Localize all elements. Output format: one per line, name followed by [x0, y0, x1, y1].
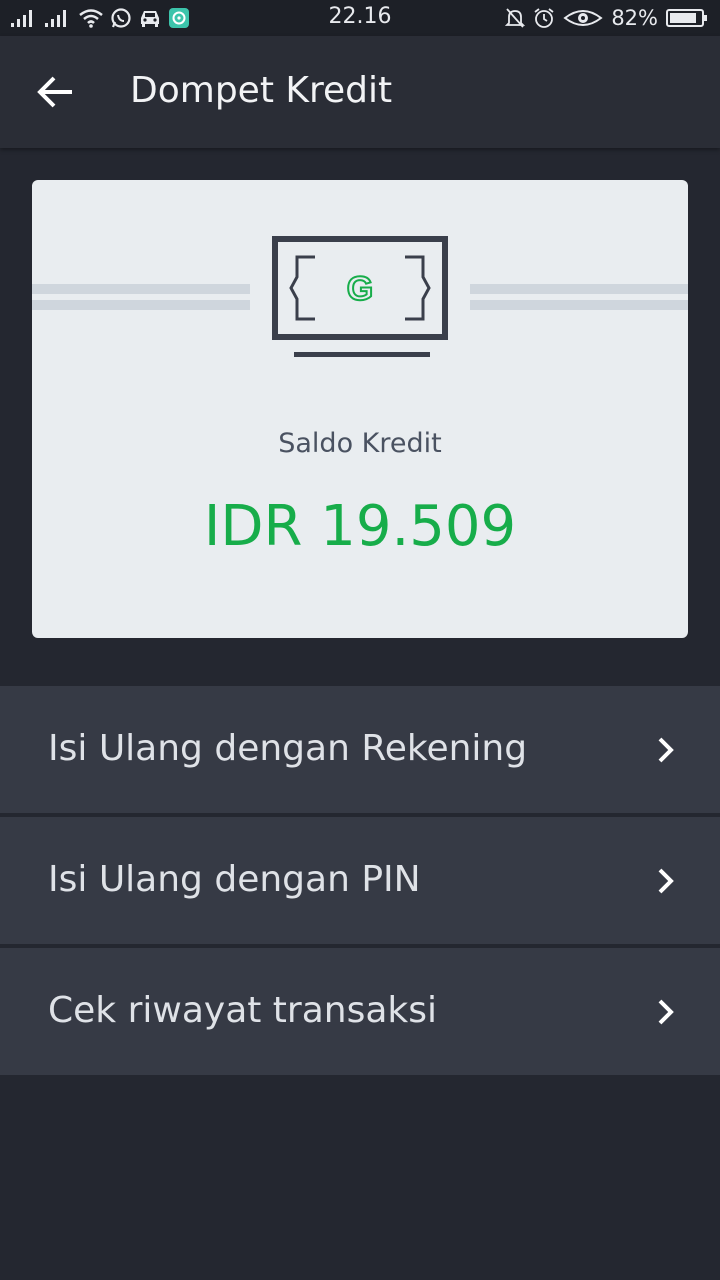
- wallet-logo-letter: G: [347, 270, 373, 308]
- chevron-right-icon: [658, 868, 674, 894]
- balance-amount: IDR 19.509: [203, 494, 517, 559]
- alarm-icon: [534, 8, 554, 28]
- menu-item-transaction-history[interactable]: Cek riwayat transaksi: [0, 948, 720, 1075]
- wallet-card: G Saldo Kredit IDR 19.509: [32, 180, 688, 638]
- chevron-right-icon: [658, 999, 674, 1025]
- wallet-illustration: G: [32, 236, 688, 357]
- action-menu: Isi Ulang dengan Rekening Isi Ulang deng…: [0, 686, 720, 1079]
- battery-icon: [666, 9, 707, 27]
- back-button[interactable]: [30, 66, 82, 118]
- page-title: Dompet Kredit: [130, 70, 393, 111]
- bell-off-icon: [505, 8, 526, 28]
- status-bar: 22.16 82%: [0, 0, 720, 36]
- menu-item-label: Isi Ulang dengan Rekening: [48, 728, 528, 769]
- back-arrow-icon: [37, 76, 72, 108]
- app-bar: Dompet Kredit: [0, 36, 720, 148]
- eye-icon: [563, 10, 603, 26]
- menu-item-topup-pin[interactable]: Isi Ulang dengan PIN: [0, 817, 720, 944]
- status-right-icons: 82%: [505, 6, 708, 30]
- menu-item-label: Isi Ulang dengan PIN: [48, 859, 421, 900]
- menu-item-label: Cek riwayat transaksi: [48, 990, 438, 1031]
- battery-percent: 82%: [611, 6, 658, 30]
- chevron-right-icon: [658, 737, 674, 763]
- menu-item-topup-bank[interactable]: Isi Ulang dengan Rekening: [0, 686, 720, 813]
- balance-label: Saldo Kredit: [278, 428, 442, 459]
